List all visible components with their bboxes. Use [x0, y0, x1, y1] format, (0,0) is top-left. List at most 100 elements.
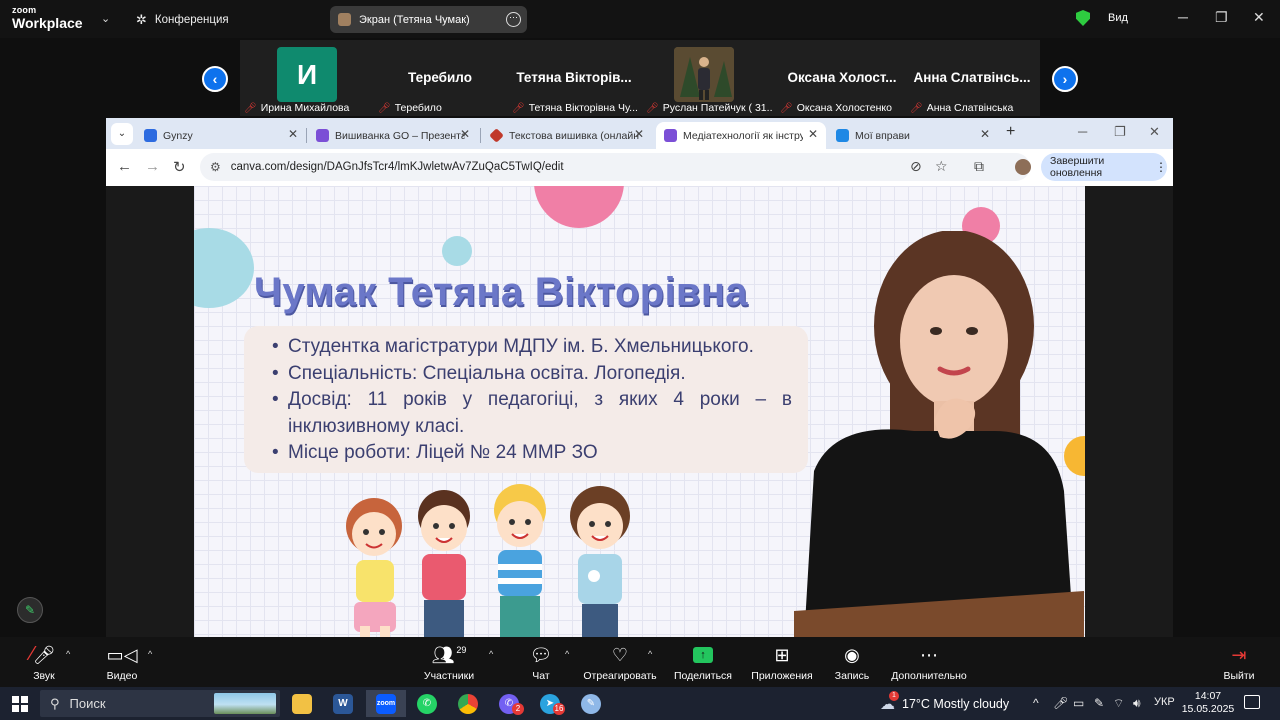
clock-date: 15.05.2025: [1181, 703, 1235, 715]
battery-icon[interactable]: ▭: [1073, 696, 1084, 710]
whatsapp-app[interactable]: ✆: [409, 690, 445, 717]
new-tab-plus-icon[interactable]: +: [1006, 123, 1015, 141]
canva-favicon-icon: [664, 129, 677, 142]
zoom-logo-big: Workplace: [12, 15, 83, 31]
participant-tile[interactable]: И 🎤︎ Ирина Михайлова: [240, 40, 372, 116]
tray-overflow-chevron-icon[interactable]: ^: [1033, 696, 1039, 710]
video-button[interactable]: ▭◁ Видео: [82, 637, 162, 687]
tab-search-dropdown-icon[interactable]: ⌄: [111, 123, 133, 145]
close-tab-icon[interactable]: ✕: [460, 127, 470, 141]
close-tab-icon[interactable]: ✕: [634, 127, 644, 141]
chrome-icon: [458, 693, 478, 714]
screen-share-indicator[interactable]: Экран (Тетяна Чумак) ···: [330, 6, 527, 33]
profile-avatar[interactable]: [1015, 159, 1031, 175]
chevron-down-icon[interactable]: ⌄: [101, 12, 110, 25]
browser-tab-active[interactable]: Медіатехнології як інструм ✕: [656, 122, 826, 149]
view-menu[interactable]: Вид: [1108, 12, 1128, 24]
screen-share-label: Экран (Тетяна Чумак): [359, 13, 470, 26]
paint-palette-icon: ✎: [581, 693, 601, 714]
weather-widget[interactable]: ☁ 1 17°C Mostly cloudy: [880, 691, 1009, 713]
notification-center-icon[interactable]: [1244, 695, 1260, 709]
more-button[interactable]: ⋯ Дополнительно: [889, 637, 969, 687]
more-options-icon[interactable]: ···: [506, 12, 521, 27]
kebab-menu-icon[interactable]: ⋮: [1155, 160, 1167, 174]
participant-tile[interactable]: 🎤︎ Руслан Патейчук ( 31...: [642, 40, 774, 116]
windows-taskbar: ⚲ Поиск W zoom ✆ ✆ 2 ➤ 16 ✎ ☁ 1 17°C Mostly…: [0, 687, 1280, 720]
close-tab-icon[interactable]: ✕: [980, 127, 990, 141]
browser-close-icon[interactable]: ✕: [1149, 124, 1160, 140]
zoom-meeting-toolbar: 🎤︎ ⁄ Звук ^ ▭◁ Видео ^ 👥︎ 29 Участники ^ 💬…: [0, 637, 1280, 687]
decor-circle: [194, 228, 254, 308]
shared-browser-window: ⌄ Gynzy ✕ Вишиванка GO – Презентац ✕ Тек…: [106, 118, 1173, 186]
back-arrow-icon[interactable]: ←: [117, 158, 132, 175]
bullet-item: Спеціальність: Спеціальна освіта. Логопе…: [272, 361, 792, 388]
maximize-icon[interactable]: ❐: [1215, 9, 1228, 26]
close-tab-icon[interactable]: ✕: [808, 127, 818, 141]
share-screen-button[interactable]: ↑ Поделиться: [663, 637, 743, 687]
browser-minimize-icon[interactable]: ─: [1078, 124, 1087, 139]
next-page-arrow-icon[interactable]: ›: [1052, 66, 1078, 92]
site-settings-icon[interactable]: ⚙: [210, 160, 221, 174]
participants-label: Участники: [423, 670, 475, 682]
participant-tile[interactable]: Оксана Холост... 🎤︎ Оксана Холостенко: [776, 40, 908, 116]
canva-slide: Чумак Тетяна Вікторівна Студентка магіст…: [194, 186, 1085, 637]
bookmark-star-icon[interactable]: ☆: [935, 158, 948, 175]
participants-caret-icon[interactable]: ^: [489, 649, 493, 659]
address-bar[interactable]: ⚙ canva.com/design/DAGnJfsTcr4/lmKJwletw…: [200, 153, 1030, 181]
folder-icon: [292, 693, 312, 714]
notification-badge: 16: [553, 703, 565, 715]
reload-icon[interactable]: ↻: [173, 158, 186, 176]
security-shield-icon[interactable]: [1076, 10, 1090, 26]
zoom-title-bar: zoom Workplace ⌄ ✲ Конференция Экран (Те…: [0, 0, 1280, 38]
conference-menu[interactable]: ✲ Конференция: [136, 12, 229, 28]
browser-tab[interactable]: Вишиванка GO – Презентац ✕: [308, 122, 478, 149]
exercises-favicon-icon: [836, 129, 849, 142]
annotate-pencil-icon[interactable]: ✎: [17, 597, 43, 623]
participant-name: Теребило: [408, 70, 472, 85]
tab-title: Медіатехнології як інструм: [683, 129, 803, 142]
video-options-caret-icon[interactable]: ^: [148, 649, 152, 659]
close-icon[interactable]: ✕: [1253, 9, 1265, 26]
browser-tab[interactable]: Текстова вишивка (онлайн) ✕: [482, 122, 652, 149]
finish-update-button[interactable]: Завершити оновлення ⋮: [1041, 153, 1167, 181]
chat-button[interactable]: 💬︎ Чат: [501, 637, 581, 687]
speaker-icon[interactable]: 🔊︎: [1133, 696, 1141, 711]
microphone-icon[interactable]: 🎤︎: [1053, 696, 1068, 710]
leave-label: Выйти: [1223, 670, 1255, 682]
react-caret-icon[interactable]: ^: [648, 649, 652, 659]
minimize-icon[interactable]: ─: [1178, 9, 1188, 25]
participant-label: Анна Слатвінська: [926, 102, 1014, 114]
audio-options-caret-icon[interactable]: ^: [66, 649, 70, 659]
chat-caret-icon[interactable]: ^: [565, 649, 569, 659]
url-text: canva.com/design/DAGnJfsTcr4/lmKJwletwAv…: [230, 161, 564, 173]
camera-blocked-icon[interactable]: ⊘: [910, 158, 922, 175]
participant-tile[interactable]: Анна Слатвінсь... 🎤︎ Анна Слатвінська: [906, 40, 1038, 116]
browser-restore-icon[interactable]: ❐: [1114, 124, 1126, 140]
leave-meeting-button[interactable]: ⇥ Выйти: [1199, 637, 1279, 687]
telegram-app[interactable]: ➤ 16: [532, 690, 568, 717]
paint-app[interactable]: ✎: [573, 690, 609, 717]
word-app[interactable]: W: [325, 690, 361, 717]
windows-start-icon[interactable]: [12, 696, 28, 712]
prev-page-arrow-icon[interactable]: ‹: [202, 66, 228, 92]
zoom-app[interactable]: zoom: [366, 690, 406, 717]
chrome-app[interactable]: [450, 690, 486, 717]
react-button[interactable]: ♡ Отреагировать: [580, 637, 660, 687]
participant-name: Анна Слатвінсь...: [913, 70, 1031, 85]
browser-tab[interactable]: Мої вправи ✕: [828, 122, 998, 149]
close-tab-icon[interactable]: ✕: [288, 127, 298, 141]
participants-button[interactable]: 👥︎ 29 Участники: [409, 637, 489, 687]
extensions-icon[interactable]: ⧉: [974, 158, 984, 175]
participant-tile[interactable]: Тетяна Вікторів... 🎤︎ Тетяна Вікторівна Ч…: [508, 40, 640, 116]
participant-tile[interactable]: Теребило 🎤︎ Теребило: [374, 40, 506, 116]
file-explorer-app[interactable]: [284, 690, 320, 717]
pen-tray-icon[interactable]: ✎: [1094, 696, 1104, 710]
wifi-icon[interactable]: ⌔: [1113, 696, 1124, 711]
language-indicator[interactable]: УКР: [1154, 696, 1175, 708]
video-label: Видео: [106, 670, 138, 682]
viber-app[interactable]: ✆ 2: [491, 690, 527, 717]
browser-tab[interactable]: Gynzy ✕: [136, 122, 306, 149]
system-clock[interactable]: 14:07 15.05.2025: [1178, 690, 1238, 716]
taskbar-search-box[interactable]: ⚲ Поиск: [40, 690, 280, 717]
forward-arrow-icon[interactable]: →: [145, 158, 160, 175]
